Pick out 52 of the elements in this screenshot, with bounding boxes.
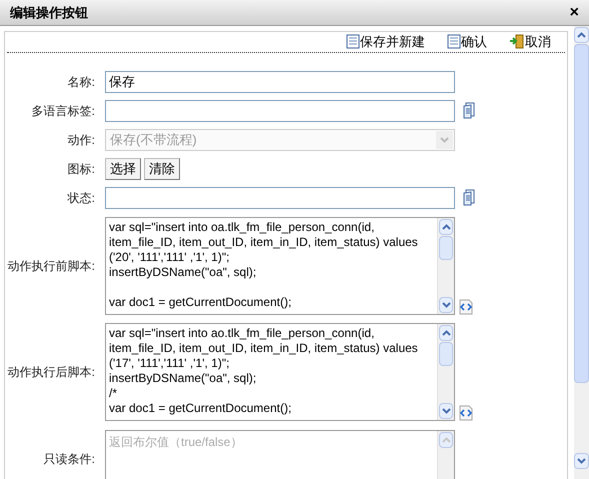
code-line: item_file_ID, item_out_ID, item_in_ID, item_status) values xyxy=(109,340,419,356)
scrollbar[interactable] xyxy=(437,324,454,420)
code-line: ('17', '111','111' ,'1', 1)"; xyxy=(109,356,230,370)
toolbar-button[interactable]: 保存并新建 xyxy=(346,32,425,52)
code-line: var sql="insert into oa.tlk_fm_file_person_conn(id, xyxy=(109,220,376,234)
code-line: var doc1 = getCurrentDocument(); xyxy=(109,400,292,416)
scroll-thumb[interactable] xyxy=(574,44,589,383)
toolbar-button[interactable]: 确认 xyxy=(447,32,487,52)
code-icon[interactable] xyxy=(458,404,474,420)
scroll-down-icon[interactable] xyxy=(442,408,450,414)
window-title: 编辑操作按钮 xyxy=(10,4,88,22)
exit-icon xyxy=(509,34,525,50)
scroll-thumb[interactable] xyxy=(439,342,453,366)
icon-button[interactable]: 选择 xyxy=(105,158,141,180)
scroll-thumb[interactable] xyxy=(439,236,453,260)
field-label: 名称: xyxy=(66,74,96,90)
code-icon[interactable] xyxy=(458,298,474,314)
code-line: insertByDSName("oa", sql); xyxy=(109,264,258,280)
scroll-up-icon[interactable] xyxy=(577,32,586,38)
document-icon[interactable] xyxy=(463,102,477,119)
code-line: var sql="insert into ao.tlk_fm_file_person_conn(id, xyxy=(109,326,376,340)
scroll-up-icon[interactable] xyxy=(442,330,450,336)
field-label: 图标: xyxy=(66,160,96,178)
field-label: 状态: xyxy=(66,190,96,206)
document-icon[interactable] xyxy=(463,189,477,206)
scrollbar[interactable] xyxy=(437,218,454,314)
scroll-down-icon[interactable] xyxy=(442,302,450,308)
scrollbar[interactable] xyxy=(437,430,454,479)
text-field[interactable] xyxy=(105,100,455,122)
scroll-down-icon[interactable] xyxy=(577,458,586,464)
page-scrollbar[interactable] xyxy=(574,26,589,479)
field-label: 多语言标签: xyxy=(30,102,96,120)
field-label: 动作: xyxy=(66,132,96,148)
code-line: ('20', '111','111' ,'1', 1)"; xyxy=(109,250,230,264)
scroll-up-icon[interactable] xyxy=(442,224,450,230)
script-textarea[interactable]: var sql="insert into oa.tlk_fm_file_person_conn(id, item_file_ID, item_out_ID, item_in_ID, item_status) values ('20', '111','111' ,'1', 1)"; insertByDSName("oa", sql); var doc1 = getCurrentDocument(); xyxy=(105,216,455,314)
icon-button[interactable]: 清除 xyxy=(144,158,180,180)
code-line: insertByDSName("oa", sql); xyxy=(109,370,258,386)
text-field[interactable]: 保存 xyxy=(105,70,455,92)
save-icon xyxy=(346,34,360,50)
close-button[interactable]: × xyxy=(570,4,579,20)
code-line: item_file_ID, item_out_ID, item_in_ID, item_status) values xyxy=(109,234,419,250)
toolbar-button[interactable]: 取消 xyxy=(509,32,551,52)
script-textarea[interactable] xyxy=(105,322,455,420)
text-field[interactable] xyxy=(105,186,455,208)
save-icon xyxy=(447,34,461,50)
field-label: 动作执行后脚本: xyxy=(6,364,96,380)
placeholder-text: 返回布尔值（true/false） xyxy=(108,434,244,450)
field-label: 动作执行前脚本: xyxy=(6,258,96,274)
code-line: var doc1 = getCurrentDocument(); xyxy=(109,294,292,310)
field-label: 只读条件: xyxy=(42,450,96,468)
code-line: /* xyxy=(109,386,118,400)
